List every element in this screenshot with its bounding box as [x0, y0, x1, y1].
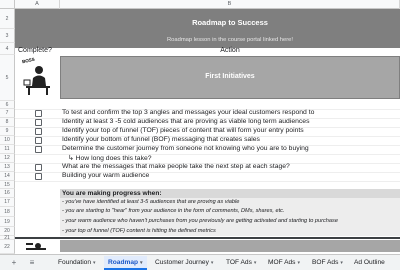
row-header[interactable]: 3 — [0, 29, 15, 43]
sheet-tab-label: Ad Outline — [354, 259, 385, 266]
task-cell[interactable]: Determine the customer journey from sone… — [62, 145, 309, 152]
row-header[interactable]: 4 — [0, 43, 15, 55]
task-cell[interactable]: Identify your bottom of funnel (BOF) mes… — [62, 136, 260, 143]
row-header[interactable]: 7 — [0, 109, 15, 118]
complete-checkbox[interactable] — [35, 164, 42, 171]
row-header[interactable]: 9 — [0, 127, 15, 136]
complete-checkbox[interactable] — [35, 146, 42, 153]
row-divider — [15, 181, 400, 182]
row-header[interactable]: 19 — [0, 217, 15, 227]
sheet-tab-label: Foundation — [58, 259, 91, 266]
row-header[interactable]: 8 — [0, 118, 15, 127]
column-header-bar: A B — [0, 0, 400, 9]
row-header[interactable]: 10 — [0, 136, 15, 145]
progress-item[interactable]: - you are starting to "hear" from your a… — [62, 208, 285, 214]
sheet-tab-label: Roadmap — [108, 259, 139, 266]
complete-checkbox[interactable] — [35, 128, 42, 135]
chevron-down-icon: ▾ — [93, 260, 96, 266]
chevron-down-icon: ▾ — [210, 260, 214, 266]
progress-item[interactable]: - you've have identified at least 3-5 au… — [62, 199, 239, 205]
sheet-tab-label: MOF Ads — [268, 259, 296, 266]
chevron-down-icon: ▾ — [340, 260, 343, 266]
progress-heading-cell: You are making progress when: — [60, 189, 400, 198]
add-sheet-icon[interactable]: + — [9, 258, 19, 268]
sheet-tab-ad-outline[interactable]: Ad Outline — [350, 256, 389, 270]
sheet-tab-label: TOF Ads — [226, 259, 252, 266]
banner-title: Roadmap to Success — [192, 18, 268, 27]
sheet-tab-customer-journey[interactable]: Customer Journey ▾ — [151, 256, 217, 270]
complete-checkbox[interactable] — [35, 119, 42, 126]
task-cell[interactable]: Identify your top of funnel (TOF) pieces… — [62, 127, 304, 134]
task-cell[interactable]: To test and confirm the top 3 angles and… — [62, 109, 314, 116]
row-header[interactable]: 12 — [0, 154, 15, 163]
section-divider — [15, 237, 400, 239]
section-title: First Initiatives — [205, 73, 255, 80]
chevron-down-icon: ▾ — [253, 260, 257, 266]
select-all-corner[interactable] — [0, 0, 15, 9]
row-header[interactable]: 16 — [0, 189, 15, 198]
sheet-tabs-bar: + ≡ Foundation ▾ Roadmap ▾ Customer Journe… — [0, 254, 400, 270]
complete-checkbox[interactable] — [35, 137, 42, 144]
banner-subtitle-link[interactable]: Roadmap lesson in the course portal link… — [60, 37, 400, 43]
task-cell[interactable]: Building your warm audience — [62, 172, 149, 179]
sheet-tab-roadmap[interactable]: Roadmap ▾ — [104, 256, 147, 270]
row-header[interactable]: 22 — [0, 240, 15, 254]
complete-column-header: Complete? — [18, 47, 52, 54]
row-header[interactable]: 11 — [0, 145, 15, 154]
sheet-tab-label: BOF Ads — [312, 259, 339, 266]
row-header[interactable]: 15 — [0, 181, 15, 189]
sheet-tab-bof-ads[interactable]: BOF Ads ▾ — [308, 256, 347, 270]
progress-item[interactable]: - your warm audience who haven't purchas… — [62, 218, 338, 224]
column-header-a[interactable]: A — [15, 0, 60, 9]
person-at-desk-icon — [23, 66, 50, 95]
complete-checkbox[interactable] — [35, 110, 42, 117]
person-at-desk-icon — [26, 243, 46, 250]
row-header[interactable]: 2 — [0, 9, 15, 29]
task-subitem-cell[interactable]: ↳ How long does this take? — [68, 154, 152, 162]
progress-item[interactable]: - your top of funnel (TOF) content is hi… — [62, 228, 216, 234]
row-header[interactable]: 14 — [0, 172, 15, 181]
next-section-header-cell — [60, 240, 400, 252]
sheet-tab-tof-ads[interactable]: TOF Ads ▾ — [222, 256, 260, 270]
row-header[interactable]: 5 — [0, 55, 15, 101]
row-header[interactable]: 13 — [0, 163, 15, 172]
boss-illustration: BOSS — [22, 57, 52, 96]
sheet-tab-foundation[interactable]: Foundation ▾ — [54, 256, 100, 270]
chevron-down-icon: ▾ — [140, 260, 143, 266]
all-sheets-icon[interactable]: ≡ — [27, 258, 37, 268]
chevron-down-icon: ▾ — [297, 260, 300, 266]
progress-heading: You are making progress when: — [62, 190, 162, 197]
complete-checkbox[interactable] — [35, 173, 42, 180]
action-column-header: Action — [220, 47, 240, 54]
row-header[interactable]: 17 — [0, 198, 15, 207]
row-header[interactable]: 18 — [0, 207, 15, 217]
task-cell[interactable]: What are the messages that make people t… — [62, 163, 290, 170]
sheet-tab-label: Customer Journey — [155, 259, 209, 266]
task-cell[interactable]: Identity at least 3 -5 cold audiences th… — [62, 118, 309, 125]
row-header[interactable]: 6 — [0, 101, 15, 109]
next-section-illustration — [24, 240, 48, 252]
column-header-b[interactable]: B — [60, 0, 400, 9]
sheet-tab-mof-ads[interactable]: MOF Ads ▾ — [264, 256, 304, 270]
